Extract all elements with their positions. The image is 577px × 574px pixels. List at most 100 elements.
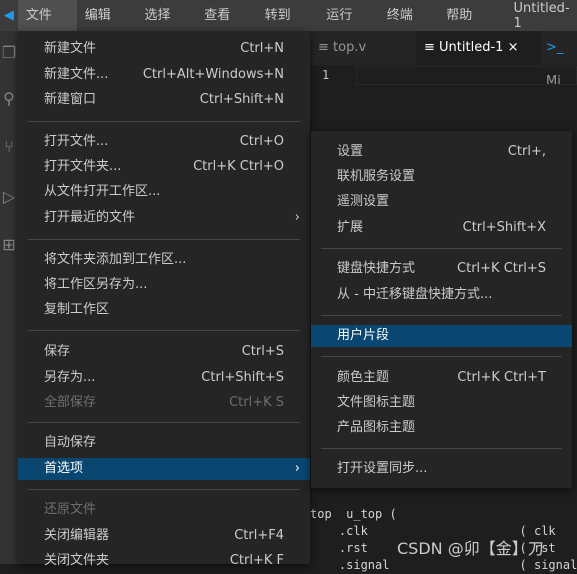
menu-item[interactable]: 打开设置同步... (311, 458, 572, 480)
close-icon[interactable]: × (508, 40, 519, 55)
menu-item[interactable]: 遥测设置 (311, 191, 572, 213)
shortcut: Ctrl+K Ctrl+O (193, 159, 284, 174)
menu-item[interactable]: 复制工作区 (18, 299, 310, 321)
menu-separator (28, 330, 300, 331)
menu-item[interactable]: 文件图标主题 (311, 392, 572, 414)
menu-item[interactable]: 打开文件夹... Ctrl+K Ctrl+O (18, 156, 310, 178)
tab-untitled-1[interactable]: ≡ Untitled-1 × (416, 31, 541, 65)
menu-item[interactable]: 设置 Ctrl+, (311, 141, 572, 163)
menu-item[interactable]: 打开最近的文件 › (18, 207, 310, 229)
menu-separator (28, 239, 300, 240)
menu-item-label: 保存 (44, 344, 71, 359)
menu-item[interactable]: 打开文件... Ctrl+O (18, 131, 310, 153)
window-title: Untitled-1 (513, 0, 570, 31)
tab-terminal[interactable]: >_ Mi (538, 31, 577, 89)
vscode-logo-icon: ◀ (3, 8, 14, 23)
file-lines-icon: ≡ (424, 40, 440, 55)
menu-item-label: 将工作区另存为... (44, 277, 148, 292)
shortcut: Ctrl+Shift+X (462, 220, 546, 235)
shortcut: Ctrl+Shift+S (201, 370, 284, 385)
menu-item[interactable]: 新建文件 Ctrl+N (18, 38, 310, 60)
menu-item-label: 颜色主题 (337, 370, 390, 385)
current-line-highlight[interactable] (356, 66, 577, 85)
menu-item-label: 首选项 (44, 461, 84, 476)
menu-item[interactable]: 关闭文件夹 Ctrl+K F (18, 550, 310, 572)
menu-item-label: 另存为... (44, 370, 96, 385)
shortcut: Ctrl+K Ctrl+S (457, 261, 546, 276)
extensions-icon[interactable]: ⊞ (0, 235, 18, 254)
menu-separator (28, 121, 300, 122)
menu-item-label: 设置 (337, 144, 364, 159)
menu-item-label: 用户片段 (337, 328, 390, 343)
menu-item-label: 将文件夹添加到工作区... (44, 252, 187, 267)
menu-run[interactable]: 运行(R) (318, 0, 379, 54)
shortcut: Ctrl+N (240, 41, 284, 56)
menu-item-label: 遥测设置 (337, 194, 390, 209)
shortcut: Ctrl+K F (229, 553, 284, 568)
menu-item[interactable]: 联机服务设置 (311, 166, 572, 188)
line-number: 1 (322, 68, 330, 82)
explorer-icon[interactable]: ❐ (0, 43, 18, 62)
menu-item-label: 联机服务设置 (337, 169, 416, 184)
menu-item[interactable]: 保存 Ctrl+S (18, 341, 310, 363)
shortcut: Ctrl+Shift+N (199, 92, 284, 107)
file-menu: 新建文件 Ctrl+N 新建文件... Ctrl+Alt+Windows+N 新建窗口 C… (18, 31, 310, 568)
menu-item[interactable]: 关闭编辑器 Ctrl+F4 (18, 525, 310, 547)
menu-item-label: 从 - 中迁移键盘快捷方式... (337, 287, 493, 302)
menu-bar: ◀ 文件(F) 编辑(E) 选择(S) 查看(V) 转到(G) 运行(R) 终端… (0, 0, 577, 54)
menu-item-label: 还原文件 (44, 502, 97, 517)
file-icon: ≡ (318, 40, 334, 55)
code-line: .signal ( signal (310, 558, 577, 572)
menu-item[interactable]: 从文件打开工作区... (18, 181, 310, 203)
menu-item-label: 键盘快捷方式 (337, 261, 416, 276)
menu-item-label: 产品图标主题 (337, 420, 416, 435)
menu-view[interactable]: 查看(V) (196, 0, 256, 54)
menu-file[interactable]: 文件(F) (17, 0, 77, 54)
menu-item[interactable]: 将工作区另存为... (18, 274, 310, 296)
tab-bar: ≡ top.v ≡ Untitled-1 × >_ Mi (310, 31, 577, 89)
source-control-icon[interactable]: ⑂ (0, 137, 18, 156)
shortcut: Ctrl+K S (229, 395, 284, 410)
shortcut: Ctrl+K Ctrl+T (457, 370, 546, 385)
menu-item-label: 新建文件 (44, 41, 97, 56)
menu-item[interactable]: 键盘快捷方式 Ctrl+K Ctrl+S (311, 258, 572, 280)
menu-item[interactable]: 新建文件... Ctrl+Alt+Windows+N (18, 64, 310, 86)
menu-item[interactable]: 用户片段 (311, 325, 572, 347)
menu-go[interactable]: 转到(G) (257, 0, 319, 54)
menu-selection[interactable]: 选择(S) (136, 0, 196, 54)
menu-item[interactable]: 还原文件 (18, 499, 310, 521)
menu-item[interactable]: 新建窗口 Ctrl+Shift+N (18, 89, 310, 111)
shortcut: Ctrl+O (239, 134, 284, 149)
watermark: CSDN @卯【金】刀 (397, 539, 544, 558)
menu-item[interactable]: 产品图标主题 (311, 417, 572, 439)
menu-item[interactable]: 将文件夹添加到工作区... (18, 249, 310, 271)
menu-separator (321, 248, 562, 249)
tab-top-v[interactable]: ≡ top.v (310, 31, 374, 65)
menu-item-label: 全部保存 (44, 395, 97, 410)
menu-edit[interactable]: 编辑(E) (77, 0, 137, 54)
activity-bar: ❐ ⚲ ⑂ ▷ ⊞ (0, 31, 18, 564)
menu-help[interactable]: 帮助(H) (438, 0, 499, 54)
menu-item[interactable]: 自动保存 (18, 432, 310, 454)
menu-item-label: 新建窗口 (44, 92, 97, 107)
tab-label: top.v (333, 40, 367, 55)
menu-item-label: 打开最近的文件 (44, 210, 136, 225)
chevron-right-icon: › (294, 210, 300, 225)
menu-item-label: 文件图标主题 (337, 395, 416, 410)
menu-separator (28, 489, 300, 490)
menu-item-label: 自动保存 (44, 435, 97, 450)
menu-item[interactable]: 另存为... Ctrl+Shift+S (18, 367, 310, 389)
shortcut: Ctrl+, (507, 144, 546, 159)
search-icon[interactable]: ⚲ (0, 89, 18, 108)
menu-separator (321, 356, 562, 357)
menu-item[interactable]: 扩展 Ctrl+Shift+X (311, 217, 572, 239)
menu-terminal[interactable]: 终端(T) (379, 0, 438, 54)
menu-item[interactable]: 全部保存 Ctrl+K S (18, 392, 310, 414)
run-debug-icon[interactable]: ▷ (0, 187, 18, 206)
menu-item[interactable]: 从 - 中迁移键盘快捷方式... (311, 284, 572, 306)
menu-item[interactable]: 首选项 › (18, 458, 310, 480)
menu-separator (28, 422, 300, 423)
menu-item-label: 打开文件... (44, 134, 109, 149)
menu-item-label: 扩展 (337, 220, 364, 235)
menu-item[interactable]: 颜色主题 Ctrl+K Ctrl+T (311, 367, 572, 389)
